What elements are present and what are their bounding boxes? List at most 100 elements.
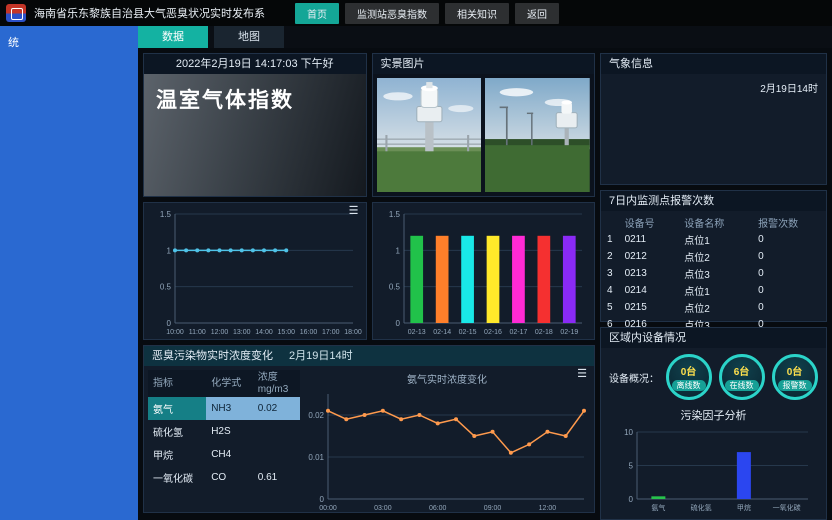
svg-text:00:00: 00:00: [319, 505, 337, 512]
device-stat-count: 0台: [787, 363, 803, 378]
greenhouse-line-chart: 00.511.510:0011:0012:0013:0014:0015:0016…: [147, 206, 363, 336]
odor-panel: 恶臭污染物实时浓度变化 2月19日14时 指标化学式浓度 mg/m3 氨气NH3…: [143, 345, 595, 513]
alarm-cell: 0214: [619, 282, 679, 299]
svg-text:0.5: 0.5: [388, 283, 400, 292]
device-overview-label: 设备概况：: [609, 370, 665, 385]
alarm-cell: 4: [601, 282, 619, 299]
site-photo-2[interactable]: [485, 78, 590, 192]
chart-svg-greenhouse_line: 00.511.510:0011:0012:0013:0014:0015:0016…: [147, 206, 363, 336]
weather-timestamp: 2月19日14时: [760, 80, 818, 95]
nav-item-home[interactable]: 首页: [295, 3, 339, 24]
topbar: 海南省乐东黎族自治县大气恶臭状况实时发布系 首页监测站恶臭指数相关知识返回: [0, 0, 832, 26]
nav-item-back[interactable]: 返回: [515, 3, 559, 24]
alarm-row: 30213点位30: [601, 265, 826, 282]
chart-svg-ammonia_line: 00.010.0200:0003:0006:0009:0012:00: [300, 386, 594, 512]
alarm-table-body: 10211点位1020212点位2030213点位3040214点位105021…: [601, 231, 826, 333]
alarm-col-2: 报警次数: [752, 214, 826, 231]
app-logo-icon: [6, 4, 26, 22]
odor-cell-value: 0.02: [253, 397, 300, 420]
alarm-cell: 3: [601, 265, 619, 282]
svg-text:1.5: 1.5: [388, 210, 400, 219]
odor-cell-value: [253, 420, 300, 443]
device-stat-label: 报警数: [778, 380, 812, 391]
odor-col-0: 指标: [148, 370, 206, 397]
weather-panel: 气象信息 2月19日14时: [600, 53, 827, 185]
alarm-col-0: 设备号: [619, 214, 679, 231]
odor-cell-formula: H2S: [206, 420, 253, 443]
svg-text:02-19: 02-19: [560, 329, 578, 336]
devices-panel: 区域内设备情况 设备概况： 0台离线数6台在线数0台报警数 污染因子分析 051…: [600, 327, 827, 520]
devices-title: 区域内设备情况: [601, 328, 826, 348]
odor-col-2: 浓度 mg/m3: [253, 370, 300, 397]
svg-text:1.5: 1.5: [160, 210, 172, 219]
chart-svg-daily_bars: 00.511.502-1302-1402-1502-1602-1702-1802…: [376, 206, 592, 336]
alarm-row: 10211点位10: [601, 231, 826, 248]
svg-text:02-18: 02-18: [534, 329, 552, 336]
svg-text:10:00: 10:00: [166, 329, 184, 336]
daily-bar-chart: 00.511.502-1302-1402-1502-1602-1702-1802…: [376, 206, 592, 336]
tab-data[interactable]: 数据: [138, 26, 208, 48]
nav-item-station-odor-index[interactable]: 监测站恶臭指数: [345, 3, 439, 24]
right-column: 气象信息 2月19日14时 7日内监测点报警次数 设备号设备名称报警次数 102…: [600, 53, 827, 515]
device-stats: 0台离线数6台在线数0台报警数: [665, 354, 818, 400]
chart-toolbox-icon[interactable]: ☰: [577, 369, 587, 380]
svg-text:02-14: 02-14: [433, 329, 451, 336]
alarm-row: 40214点位10: [601, 282, 826, 299]
nav-item-knowledge[interactable]: 相关知识: [445, 3, 509, 24]
svg-text:02-16: 02-16: [484, 329, 502, 336]
greeting-datetime: 2022年2月19日 14:17:03 下午好: [144, 54, 366, 74]
odor-row-ammonia[interactable]: 氨气NH30.02: [148, 397, 300, 420]
odor-row-hydrogen-sulfide[interactable]: 硫化氢H2S: [148, 420, 300, 443]
svg-text:0.5: 0.5: [160, 283, 172, 292]
svg-text:09:00: 09:00: [484, 505, 502, 512]
svg-text:15:00: 15:00: [277, 329, 295, 336]
chart-toolbox-icon[interactable]: ☰: [349, 206, 359, 217]
odor-cell-indicator: 甲烷: [148, 443, 206, 466]
photos-panel: 实景图片: [372, 53, 596, 197]
alarm-row: 50215点位20: [601, 299, 826, 316]
chart-svg-factor_bars: 0510氨气硫化氢甲烷一氧化碳: [609, 424, 818, 512]
odor-table-body: 氨气NH30.02硫化氢H2S甲烷CH4一氧化碳CO0.61: [148, 397, 300, 489]
greenhouse-chart-panel: ☰ 00.511.510:0011:0012:0013:0014:0015:00…: [143, 202, 367, 340]
svg-text:02-17: 02-17: [509, 329, 527, 336]
svg-text:0: 0: [167, 319, 172, 328]
alarm-cell: 0: [752, 248, 826, 265]
alarm-cell: 0213: [619, 265, 679, 282]
svg-text:甲烷: 甲烷: [737, 503, 751, 512]
svg-text:13:00: 13:00: [233, 329, 251, 336]
ammonia-chart-title: 氨气实时浓度变化: [300, 371, 594, 386]
device-stats-row: 设备概况： 0台离线数6台在线数0台报警数: [609, 354, 818, 400]
alarm-table: 设备号设备名称报警次数 10211点位1020212点位2030213点位304…: [601, 214, 826, 333]
ammonia-chart-area: ☰ 氨气实时浓度变化 00.010.0200:0003:0006:0009:00…: [300, 366, 594, 512]
device-stat-count: 6台: [734, 363, 750, 378]
sidebar-item-system[interactable]: 统: [8, 34, 130, 50]
greeting-panel: 2022年2月19日 14:17:03 下午好 温室气体指数: [143, 53, 367, 197]
content-area: 数据地图 2022年2月19日 14:17:03 下午好 温室气体指数 实景图片: [138, 26, 832, 520]
odor-row-carbon-monoxide[interactable]: 一氧化碳CO0.61: [148, 466, 300, 489]
svg-text:17:00: 17:00: [322, 329, 340, 336]
alarm-cell: 1: [601, 231, 619, 248]
svg-text:12:00: 12:00: [211, 329, 229, 336]
svg-text:0: 0: [395, 319, 400, 328]
main-column: 2022年2月19日 14:17:03 下午好 温室气体指数 实景图片: [143, 53, 595, 515]
alarm-cell: 0: [752, 231, 826, 248]
odor-cell-formula: CH4: [206, 443, 253, 466]
odor-cell-indicator: 一氧化碳: [148, 466, 206, 489]
weather-title: 气象信息: [601, 54, 826, 74]
site-photo-1[interactable]: [377, 78, 482, 192]
odor-row-methane[interactable]: 甲烷CH4: [148, 443, 300, 466]
alarm-cell: 点位3: [678, 265, 752, 282]
alarm-cell: 点位1: [678, 282, 752, 299]
svg-text:一氧化碳: 一氧化碳: [773, 503, 801, 512]
odor-cell-formula: NH3: [206, 397, 253, 420]
alarms-panel: 7日内监测点报警次数 设备号设备名称报警次数 10211点位1020212点位2…: [600, 190, 827, 322]
weather-body: 2月19日14时: [601, 74, 826, 184]
daily-bar-chart-panel: 00.511.502-1302-1402-1502-1602-1702-1802…: [372, 202, 596, 340]
alarm-table-head: 设备号设备名称报警次数: [601, 214, 826, 231]
alarm-cell: 点位1: [678, 231, 752, 248]
svg-text:12:00: 12:00: [539, 505, 557, 512]
alarm-cell: 0: [752, 299, 826, 316]
tab-map[interactable]: 地图: [214, 26, 284, 48]
alarm-row: 20212点位20: [601, 248, 826, 265]
odor-timestamp: 2月19日14时: [289, 346, 353, 366]
